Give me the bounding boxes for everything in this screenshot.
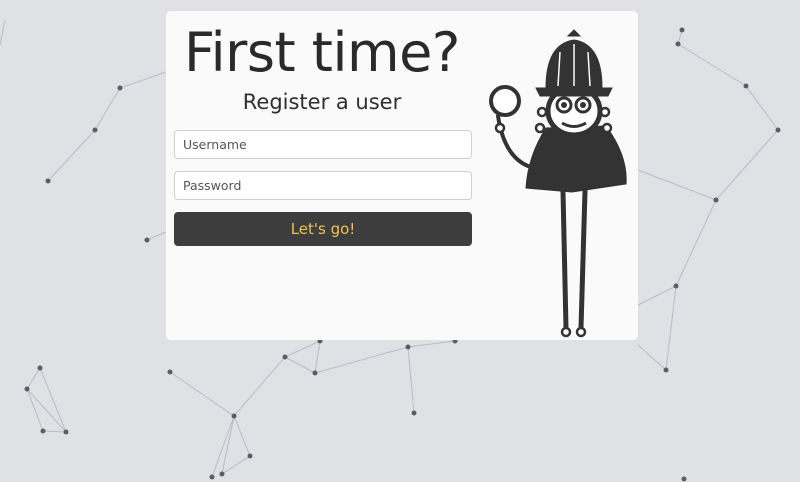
- register-card: First time? Register a user Let's go!: [166, 11, 638, 340]
- password-input[interactable]: [174, 171, 472, 200]
- page-subtitle: Register a user: [242, 90, 402, 114]
- username-input[interactable]: [174, 130, 472, 159]
- lets-go-button[interactable]: Let's go!: [174, 212, 472, 246]
- page-title: First time?: [184, 21, 460, 84]
- detective-mascot-icon: [489, 29, 627, 338]
